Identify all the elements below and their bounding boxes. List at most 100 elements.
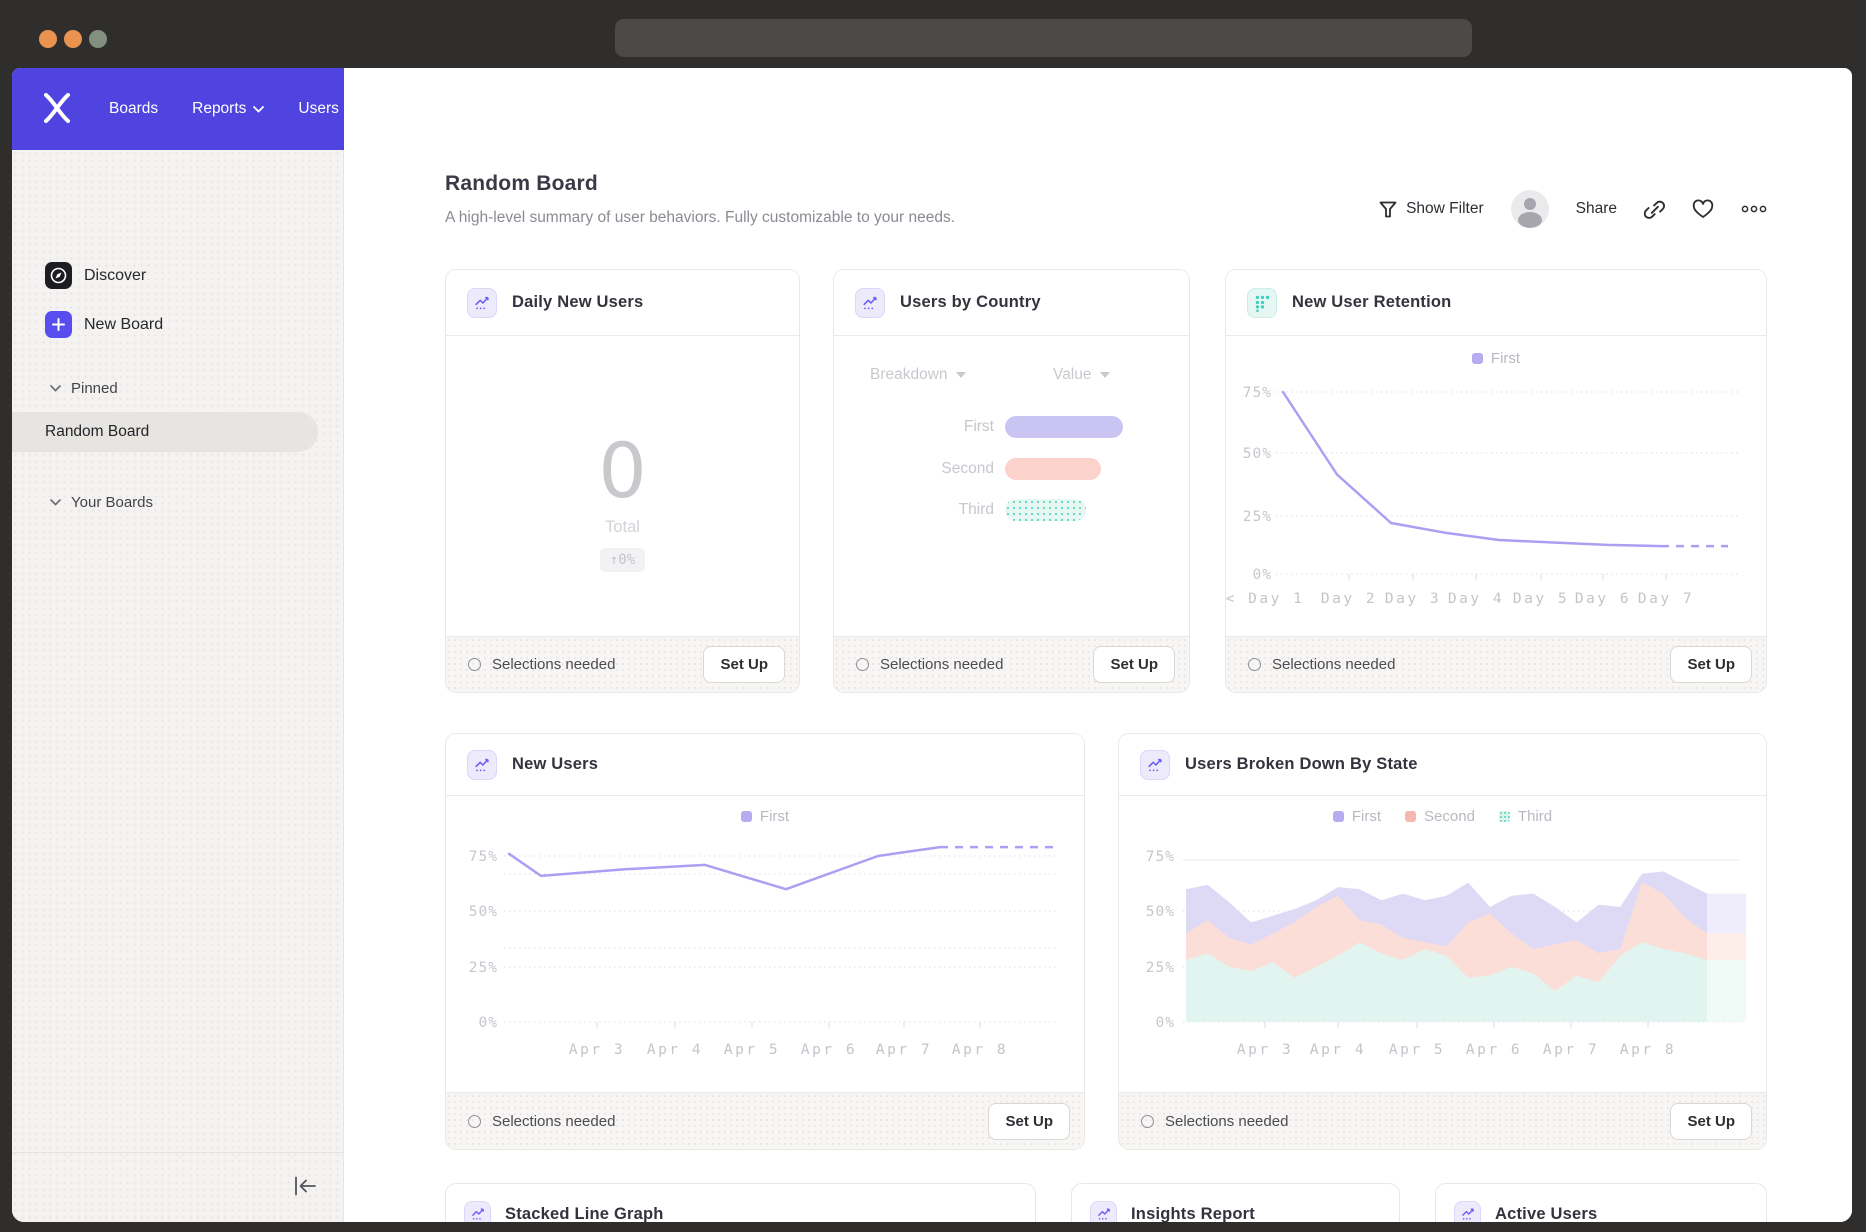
chart-legend: First bbox=[1226, 350, 1766, 367]
svg-text:Apr 8: Apr 8 bbox=[952, 1042, 1008, 1058]
card-active-users[interactable]: Active Users bbox=[1435, 1183, 1767, 1222]
traffic-light-zoom[interactable] bbox=[89, 30, 107, 48]
section-label: Your Boards bbox=[71, 494, 153, 511]
card-header: Daily New Users bbox=[446, 270, 799, 336]
card-title: New Users bbox=[512, 755, 598, 774]
sidebar-footer bbox=[12, 1152, 344, 1222]
avatar[interactable] bbox=[1511, 190, 1549, 228]
nav-item-boards[interactable]: Boards bbox=[109, 100, 158, 118]
svg-text:50%: 50% bbox=[1243, 446, 1272, 462]
sidebar-section-pinned[interactable]: Pinned bbox=[50, 380, 118, 397]
card-header: Stacked Line Graph bbox=[446, 1184, 1035, 1222]
more-options-icon[interactable] bbox=[1741, 205, 1767, 213]
card-new-user-retention[interactable]: New User Retention First 75%50%25%0%< Da… bbox=[1225, 269, 1767, 693]
svg-text:Apr 7: Apr 7 bbox=[876, 1042, 932, 1058]
card-title: Daily New Users bbox=[512, 293, 643, 312]
card-header: New User Retention bbox=[1226, 270, 1766, 336]
card-title: Stacked Line Graph bbox=[505, 1205, 664, 1223]
set-up-button[interactable]: Set Up bbox=[1670, 646, 1752, 683]
copy-link-icon[interactable] bbox=[1644, 199, 1665, 220]
svg-text:25%: 25% bbox=[1146, 960, 1175, 976]
card-footer: Selections needed Set Up bbox=[1119, 1092, 1766, 1149]
svg-text:0%: 0% bbox=[1253, 567, 1272, 583]
legend-label: Second bbox=[1424, 808, 1475, 825]
legend-label: First bbox=[760, 808, 789, 825]
card-title: Active Users bbox=[1495, 1205, 1597, 1223]
nav-item-users[interactable]: Users bbox=[298, 100, 338, 118]
card-header: Active Users bbox=[1436, 1184, 1766, 1222]
mixpanel-logo-icon[interactable] bbox=[42, 90, 72, 131]
svg-text:Apr 6: Apr 6 bbox=[801, 1042, 857, 1058]
sidebar-item-discover[interactable]: Discover bbox=[45, 262, 146, 289]
traffic-light-minimize[interactable] bbox=[64, 30, 82, 48]
svg-text:Day 7: Day 7 bbox=[1638, 591, 1694, 607]
bar-first bbox=[1005, 416, 1123, 438]
status-circle-icon bbox=[856, 658, 869, 671]
chart-legend: First bbox=[446, 808, 1084, 825]
window-titlebar bbox=[0, 0, 1866, 68]
svg-text:Day 4: Day 4 bbox=[1448, 591, 1504, 607]
set-up-button[interactable]: Set Up bbox=[1670, 1103, 1752, 1140]
svg-text:0%: 0% bbox=[1156, 1015, 1175, 1031]
legend-label: First bbox=[1491, 350, 1520, 367]
metric-label: Total bbox=[446, 518, 799, 537]
selections-needed-status: Selections needed bbox=[468, 1113, 988, 1130]
card-new-users[interactable]: New Users First 75%50%25%0%Apr 3Apr 4Apr… bbox=[445, 733, 1085, 1150]
share-button[interactable]: Share bbox=[1576, 200, 1617, 218]
insights-chart-icon bbox=[855, 288, 885, 318]
share-label: Share bbox=[1576, 200, 1617, 218]
sidebar-item-label: New Board bbox=[84, 316, 163, 334]
new-users-chart: 75%50%25%0%Apr 3Apr 4Apr 5Apr 6Apr 7Apr … bbox=[446, 734, 1085, 1150]
chevron-down-icon bbox=[50, 385, 61, 392]
insights-chart-icon bbox=[1090, 1201, 1117, 1223]
card-header: New Users bbox=[446, 734, 1084, 796]
value-dropdown[interactable]: Value bbox=[1053, 366, 1110, 384]
set-up-button[interactable]: Set Up bbox=[703, 646, 785, 683]
show-filter-button[interactable]: Show Filter bbox=[1379, 200, 1484, 218]
row-label: Third bbox=[869, 501, 994, 519]
show-filter-label: Show Filter bbox=[1406, 200, 1484, 218]
card-insights-report[interactable]: Insights Report bbox=[1071, 1183, 1400, 1222]
svg-text:Apr 8: Apr 8 bbox=[1620, 1042, 1676, 1058]
sidebar-section-your-boards[interactable]: Your Boards bbox=[50, 494, 153, 511]
filter-funnel-icon bbox=[1379, 201, 1397, 218]
favorite-heart-icon[interactable] bbox=[1692, 199, 1714, 219]
collapse-sidebar-icon[interactable] bbox=[293, 1176, 318, 1196]
card-header: Users Broken Down By State bbox=[1119, 734, 1766, 796]
set-up-button[interactable]: Set Up bbox=[1093, 646, 1175, 683]
card-users-broken-down-by-state[interactable]: Users Broken Down By State First Second … bbox=[1118, 733, 1767, 1150]
legend-label: First bbox=[1352, 808, 1381, 825]
selections-needed-status: Selections needed bbox=[856, 656, 1093, 673]
row-label: Second bbox=[869, 460, 994, 478]
svg-text:75%: 75% bbox=[1243, 385, 1272, 401]
card-title: Users by Country bbox=[900, 293, 1041, 312]
breakdown-dropdown[interactable]: Breakdown bbox=[870, 366, 966, 384]
app-window: Boards Reports Users Events bbox=[12, 68, 1852, 1222]
dropdown-label: Breakdown bbox=[870, 366, 948, 384]
section-label: Pinned bbox=[71, 380, 118, 397]
svg-text:25%: 25% bbox=[1243, 509, 1272, 525]
insights-chart-icon bbox=[467, 750, 497, 780]
card-daily-new-users[interactable]: Daily New Users 0 Total ↑0% Selections n… bbox=[445, 269, 800, 693]
legend-swatch-third bbox=[1499, 811, 1510, 822]
svg-text:50%: 50% bbox=[469, 904, 498, 920]
sidebar-item-random-board[interactable]: Random Board bbox=[12, 412, 318, 452]
nav-item-reports[interactable]: Reports bbox=[192, 100, 264, 118]
legend-swatch-second bbox=[1405, 811, 1416, 822]
sidebar-item-new-board[interactable]: New Board bbox=[45, 311, 163, 338]
card-footer: Selections needed Set Up bbox=[1226, 636, 1766, 692]
card-title: New User Retention bbox=[1292, 293, 1451, 312]
address-bar[interactable] bbox=[615, 19, 1472, 57]
traffic-light-close[interactable] bbox=[39, 30, 57, 48]
page-title: Random Board bbox=[445, 172, 598, 196]
set-up-button[interactable]: Set Up bbox=[988, 1103, 1070, 1140]
nav-item-label: Boards bbox=[109, 100, 158, 118]
card-users-by-country[interactable]: Users by Country Breakdown Value First S… bbox=[833, 269, 1190, 693]
dropdown-label: Value bbox=[1053, 366, 1092, 384]
chevron-down-icon bbox=[50, 499, 61, 506]
legend-swatch-first bbox=[1472, 353, 1483, 364]
screenshot-root: { "palette": { "navbar": "#4f44e0", "fra… bbox=[0, 0, 1866, 1232]
chevron-down-icon bbox=[956, 372, 966, 378]
card-stacked-line-graph[interactable]: Stacked Line Graph bbox=[445, 1183, 1036, 1222]
card-footer: Selections needed Set Up bbox=[446, 636, 799, 692]
